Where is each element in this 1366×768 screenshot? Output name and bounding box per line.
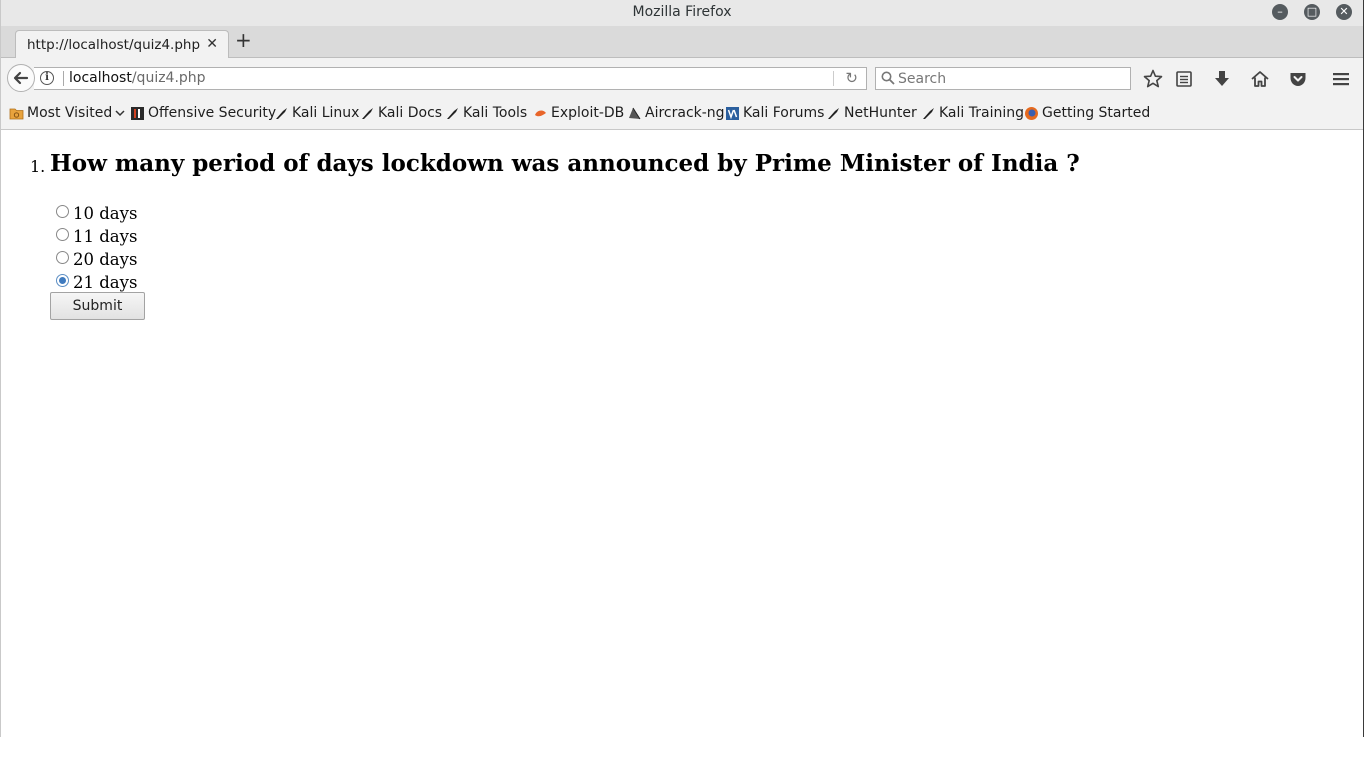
tab-quiz[interactable]: http://localhost/quiz4.php ✕ [15, 30, 229, 58]
bookmark-kali-linux[interactable]: Kali Linux [274, 105, 359, 121]
bookmarks-toolbar: Most Visited Offensive Security Kali Lin… [1, 98, 1363, 130]
bookmark-nethunter[interactable]: NetHunter [826, 105, 917, 121]
aircrack-icon [629, 107, 641, 119]
back-button[interactable] [7, 64, 35, 92]
option-label: 21 days [73, 273, 138, 292]
new-tab-icon[interactable]: + [235, 30, 252, 50]
radio-button[interactable] [56, 251, 69, 264]
bookmark-offensive-security[interactable]: Offensive Security [130, 105, 276, 121]
maximize-icon[interactable]: □ [1304, 4, 1320, 20]
option-10-days[interactable]: 10 days [56, 204, 137, 223]
option-label: 20 days [73, 250, 138, 269]
bookmark-label: NetHunter [844, 105, 917, 121]
kali-dragon-icon [923, 107, 934, 119]
folder-icon [9, 108, 24, 119]
close-window-icon[interactable]: ✕ [1336, 4, 1352, 20]
bookmark-kali-docs[interactable]: Kali Docs [360, 105, 442, 121]
option-21-days[interactable]: 21 days [56, 273, 137, 292]
bookmark-label: Kali Linux [292, 105, 360, 121]
bookmark-label: Kali Docs [378, 105, 443, 121]
bookmark-label: Exploit-DB [551, 105, 625, 121]
tab-strip: http://localhost/quiz4.php ✕ [1, 26, 1363, 58]
bookmark-label: Offensive Security [148, 105, 277, 121]
url-host: localhost [69, 70, 132, 86]
kali-dragon-icon [447, 107, 458, 119]
bookmark-label: Kali Tools [463, 105, 528, 121]
bookmarks-menu-icon[interactable] [1173, 68, 1195, 90]
title-bar: Mozilla Firefox – □ ✕ [1, 0, 1363, 26]
pocket-icon[interactable] [1287, 68, 1309, 90]
window-title: Mozilla Firefox [632, 4, 732, 20]
bookmark-most-visited[interactable]: Most Visited [9, 105, 125, 121]
page-content: 1. How many period of days lockdown was … [1, 130, 1363, 737]
bookmark-kali-forums[interactable]: Kali Forums [725, 105, 824, 121]
bookmark-kali-training[interactable]: Kali Training [921, 105, 1024, 121]
chevron-down-icon [115, 110, 125, 117]
bookmark-label: Getting Started [1042, 105, 1151, 121]
exploitdb-icon [535, 110, 546, 116]
bookmark-getting-started[interactable]: Getting Started [1024, 105, 1150, 121]
offsec-icon [131, 106, 144, 120]
bookmark-label: Aircrack-ng [645, 105, 725, 121]
forums-icon [726, 106, 739, 120]
kali-dragon-icon [362, 107, 373, 119]
browser-window: Mozilla Firefox – □ ✕ http://localhost/q… [0, 0, 1364, 737]
search-icon [881, 71, 895, 85]
bookmark-kali-tools[interactable]: Kali Tools [445, 105, 527, 121]
reload-icon[interactable]: ↻ [845, 69, 858, 87]
url-bar[interactable]: i localhost/quiz4.php ↻ [34, 67, 867, 90]
search-input[interactable] [898, 69, 1118, 88]
submit-button[interactable]: Submit [50, 292, 145, 320]
option-20-days[interactable]: 20 days [56, 250, 137, 269]
url-text[interactable]: localhost/quiz4.php [69, 70, 206, 86]
home-icon[interactable] [1249, 68, 1271, 90]
radio-button[interactable] [56, 205, 69, 218]
navigation-toolbar: i localhost/quiz4.php ↻ [1, 58, 1363, 98]
bookmark-exploit-db[interactable]: Exploit-DB [533, 105, 624, 121]
option-label: 11 days [73, 227, 138, 246]
kali-dragon-icon [276, 107, 287, 119]
bookmark-aircrack-ng[interactable]: Aircrack-ng [627, 105, 725, 121]
tab-title: http://localhost/quiz4.php [27, 37, 201, 53]
firefox-icon [1025, 106, 1038, 120]
bookmark-star-icon[interactable] [1142, 68, 1164, 90]
radio-button-selected[interactable] [56, 274, 69, 287]
hamburger-menu-icon[interactable] [1330, 68, 1352, 90]
search-bar[interactable] [875, 67, 1131, 90]
option-label: 10 days [73, 204, 138, 223]
minimize-icon[interactable]: – [1272, 4, 1288, 20]
url-separator [63, 71, 64, 86]
url-path: /quiz4.php [131, 70, 206, 86]
reload-separator [833, 71, 834, 86]
site-info-icon[interactable]: i [40, 71, 54, 85]
question-number: 1. [30, 157, 46, 176]
radio-button[interactable] [56, 228, 69, 241]
bookmark-label: Kali Training [939, 105, 1024, 121]
kali-dragon-icon [828, 107, 839, 119]
bookmark-label: Most Visited [27, 105, 113, 121]
bookmark-label: Kali Forums [743, 105, 825, 121]
back-arrow-icon [13, 71, 29, 85]
option-11-days[interactable]: 11 days [56, 227, 137, 246]
close-tab-icon[interactable]: ✕ [206, 36, 218, 52]
downloads-icon[interactable] [1211, 68, 1233, 90]
question-text: How many period of days lockdown was ann… [50, 150, 1080, 177]
